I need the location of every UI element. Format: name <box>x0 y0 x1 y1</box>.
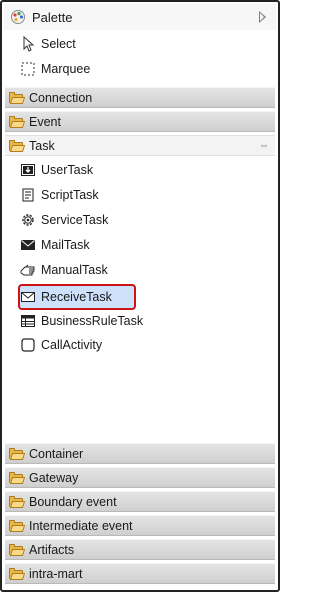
folder-icon <box>9 115 26 128</box>
drawer-task-label: Task <box>29 138 55 153</box>
drawer-task[interactable]: Task ⇔ <box>5 135 275 156</box>
drawer-container-label: Container <box>29 446 84 461</box>
collapse-palette-icon[interactable] <box>259 11 266 23</box>
rounded-rect-icon <box>20 337 36 353</box>
folder-open-icon <box>9 139 26 152</box>
drawer-connection-label: Connection <box>29 90 93 105</box>
folder-icon <box>9 567 26 580</box>
drawer-gateway[interactable]: Gateway <box>5 467 275 488</box>
user-task-icon <box>20 162 36 178</box>
drawer-container[interactable]: Container <box>5 443 275 464</box>
drawer-event-label: Event <box>29 114 61 129</box>
task-item-label: ManualTask <box>41 263 108 277</box>
palette-panel: Palette Select Marquee Connection Event … <box>0 0 280 592</box>
folder-icon <box>9 91 26 104</box>
task-item-label: BusinessRuleTask <box>41 314 144 328</box>
folder-icon <box>9 519 26 532</box>
palette-header[interactable]: Palette <box>4 4 276 30</box>
gear-icon <box>20 212 36 228</box>
folder-icon <box>9 447 26 460</box>
task-item-receive-task[interactable]: ReceiveTask <box>20 286 112 308</box>
drawer-connection[interactable]: Connection <box>5 87 275 108</box>
task-item-manual-task[interactable]: ManualTask <box>20 259 108 281</box>
pin-drawer-icon[interactable]: ⇔ <box>259 140 269 151</box>
tool-select-label: Select <box>41 37 76 51</box>
table-icon <box>20 313 36 329</box>
drawer-intra-mart-label: intra-mart <box>29 566 83 581</box>
task-item-label: ScriptTask <box>41 188 99 202</box>
tool-select[interactable]: Select <box>20 33 76 55</box>
envelope-filled-icon <box>20 237 36 253</box>
drawer-intra-mart[interactable]: intra-mart <box>5 563 275 584</box>
envelope-outline-icon <box>20 289 36 305</box>
task-item-mail-task[interactable]: MailTask <box>20 234 90 256</box>
hand-icon <box>20 262 36 278</box>
drawer-boundary-event[interactable]: Boundary event <box>5 491 275 512</box>
task-item-service-task[interactable]: ServiceTask <box>20 209 108 231</box>
task-item-script-task[interactable]: ScriptTask <box>20 184 99 206</box>
folder-icon <box>9 471 26 484</box>
task-item-label: CallActivity <box>41 338 103 352</box>
palette-title: Palette <box>32 9 73 25</box>
task-item-label: ServiceTask <box>41 213 109 227</box>
folder-icon <box>9 495 26 508</box>
folder-icon <box>9 543 26 556</box>
task-item-label: MailTask <box>41 238 90 252</box>
task-item-business-rule-task[interactable]: BusinessRuleTask <box>20 310 143 332</box>
drawer-event[interactable]: Event <box>5 111 275 132</box>
arrow-cursor-icon <box>20 35 36 52</box>
drawer-artifacts[interactable]: Artifacts <box>5 539 275 560</box>
tool-marquee-label: Marquee <box>41 62 91 76</box>
task-item-label: ReceiveTask <box>41 290 112 304</box>
drawer-intermediate-event[interactable]: Intermediate event <box>5 515 275 536</box>
palette-icon <box>10 9 26 25</box>
tool-marquee[interactable]: Marquee <box>20 58 90 80</box>
task-item-call-activity[interactable]: CallActivity <box>20 334 102 356</box>
marquee-icon <box>20 61 36 77</box>
drawer-artifacts-label: Artifacts <box>29 542 75 557</box>
drawer-boundary-event-label: Boundary event <box>29 494 117 509</box>
task-item-label: UserTask <box>41 163 94 177</box>
drawer-intermediate-event-label: Intermediate event <box>29 518 133 533</box>
task-item-user-task[interactable]: UserTask <box>20 159 93 181</box>
script-icon <box>20 187 36 203</box>
drawer-gateway-label: Gateway <box>29 470 79 485</box>
